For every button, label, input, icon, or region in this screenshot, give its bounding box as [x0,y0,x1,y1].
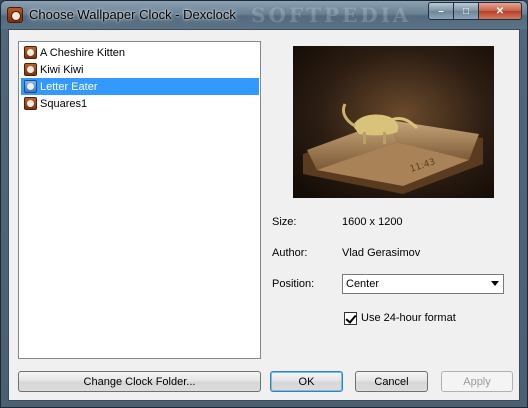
close-icon: ✕ [495,5,505,17]
dialog-window: Choose Wallpaper Clock - Dexclock SOFTPE… [0,0,528,408]
app-clock-icon[interactable] [7,7,23,23]
position-selected-value: Center [346,278,380,290]
size-value: 1600 x 1200 [342,216,403,228]
cancel-button[interactable]: Cancel [355,371,428,392]
apply-button[interactable]: Apply [441,371,513,392]
clock-icon [24,80,37,93]
cancel-label: Cancel [374,375,409,388]
position-label: Position: [272,278,315,290]
caption-buttons: – □ ✕ [428,2,522,21]
list-item[interactable]: Kiwi Kiwi [21,61,259,78]
list-item-label: A Cheshire Kitten [40,46,125,59]
title-bar[interactable]: Choose Wallpaper Clock - Dexclock SOFTPE… [1,1,527,29]
maximize-icon: □ [462,5,470,17]
minimize-button[interactable]: – [428,2,454,20]
clock-listbox[interactable]: A Cheshire Kitten Kiwi Kiwi Letter Eater… [18,41,261,359]
author-value: Vlad Gerasimov [342,247,421,259]
use-24-hour-label[interactable]: Use 24-hour format [361,312,456,324]
apply-label: Apply [463,375,491,388]
author-label: Author: [272,247,308,259]
book-anteater-illustration: 11:43 [293,46,494,198]
dialog-client-area: A Cheshire Kitten Kiwi Kiwi Letter Eater… [8,29,520,401]
use-24-hour-checkbox[interactable] [344,312,357,325]
clock-icon [24,46,37,59]
change-clock-folder-label: Change Clock Folder... [83,375,196,388]
wallpaper-preview-image: 11:43 [293,46,494,198]
window-title: Choose Wallpaper Clock - Dexclock [29,7,236,22]
ok-button[interactable]: OK [270,371,343,392]
minimize-icon: – [438,5,444,17]
ok-label: OK [298,375,315,388]
clock-icon [24,63,37,76]
size-label: Size: [272,216,297,228]
list-item[interactable]: A Cheshire Kitten [21,44,259,61]
list-item[interactable]: Squares1 [21,95,259,112]
maximize-button[interactable]: □ [454,2,479,20]
list-item-label: Letter Eater [40,80,98,93]
clock-icon [24,97,37,110]
list-item-label: Squares1 [40,97,88,110]
chevron-down-icon[interactable] [491,281,499,286]
list-item-selected[interactable]: Letter Eater [21,78,259,95]
watermark-text: SOFTPEDIA [251,3,412,27]
close-button[interactable]: ✕ [479,2,522,20]
list-item-label: Kiwi Kiwi [40,63,84,76]
position-dropdown[interactable]: Center [342,274,504,294]
change-clock-folder-button[interactable]: Change Clock Folder... [18,371,261,392]
